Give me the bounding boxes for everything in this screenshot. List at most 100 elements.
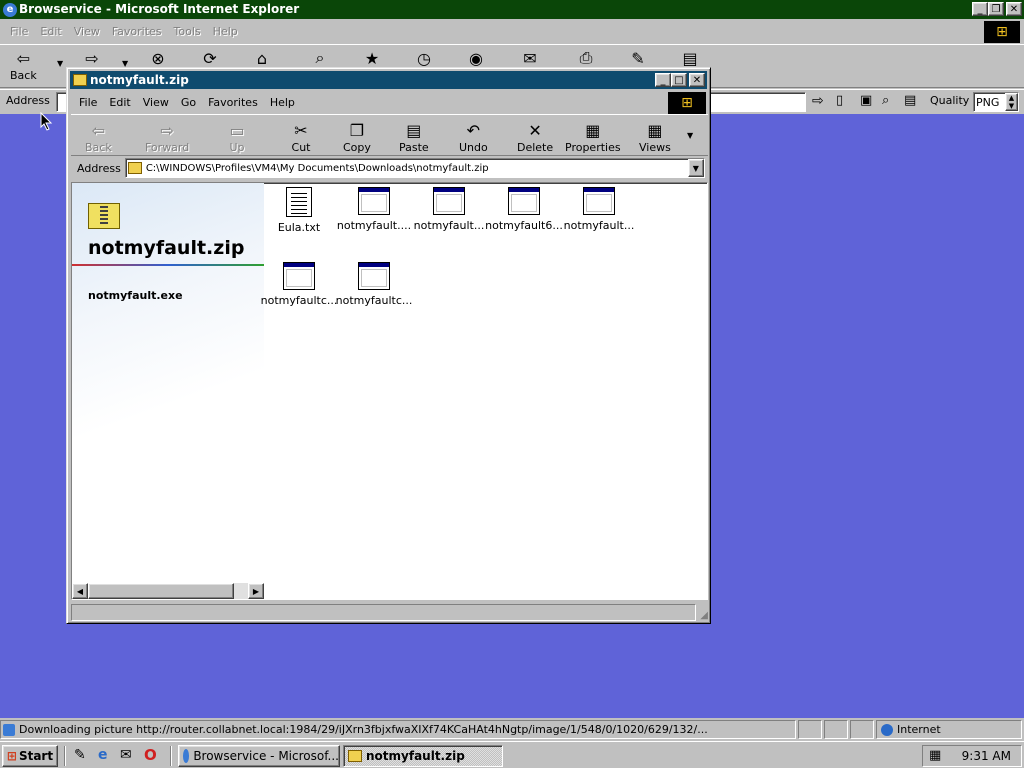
ex-address-dropdown-icon[interactable]: ▼ xyxy=(687,159,704,177)
panel-title: notmyfault.zip xyxy=(88,237,245,259)
refresh-button[interactable]: ⟳ xyxy=(198,47,222,69)
task-button-ie[interactable]: Browservice - Microsof... xyxy=(178,745,340,767)
ex-menu-favorites[interactable]: Favorites xyxy=(202,96,264,109)
paste-icon: ▤ xyxy=(406,120,422,140)
explorer-maximize-button[interactable]: □ xyxy=(671,73,687,87)
folder-info-panel: notmyfault.zip notmyfault.exe xyxy=(72,183,264,583)
ex-forward-button[interactable]: ⇨ Forward xyxy=(145,119,189,155)
resize-grip-icon[interactable]: ◢ xyxy=(700,610,708,621)
refresh-icon: ⟳ xyxy=(203,48,217,68)
picture-icon[interactable]: ▣ xyxy=(860,93,872,108)
menu-help[interactable]: Help xyxy=(207,25,244,38)
ex-paste-button[interactable]: ▤ Paste xyxy=(399,119,429,155)
explorer-titlebar[interactable]: notmyfault.zip _ □ ✕ xyxy=(70,71,707,89)
explorer-close-button[interactable]: ✕ xyxy=(689,73,705,87)
file-item[interactable]: notmyfault6... xyxy=(485,187,563,232)
back-button[interactable]: ⇦ Back xyxy=(10,47,37,83)
ex-back-button[interactable]: ⇦ Back xyxy=(85,119,112,155)
ex-menu-file[interactable]: File xyxy=(73,96,103,109)
discuss-button[interactable]: ▤ xyxy=(678,47,702,69)
ex-menu-edit[interactable]: Edit xyxy=(103,96,136,109)
start-button[interactable]: ⊞ Start xyxy=(2,745,58,767)
ex-cut-button[interactable]: ✂ Cut xyxy=(289,119,313,155)
ex-delete-button[interactable]: ✕ Delete xyxy=(517,119,553,155)
file-item[interactable]: notmyfault... xyxy=(563,187,635,232)
ex-undo-label: Undo xyxy=(459,141,488,154)
menu-favorites[interactable]: Favorites xyxy=(106,25,168,38)
outlook-quicklaunch-icon[interactable]: ✉ xyxy=(120,747,132,763)
favorites-button[interactable]: ★ xyxy=(360,47,384,69)
ex-address-input[interactable]: C:\WINDOWS\Profiles\VM4\My Documents\Dow… xyxy=(124,158,705,178)
application-icon xyxy=(358,187,390,215)
ex-properties-button[interactable]: ▦ Properties xyxy=(565,119,621,155)
file-label: notmyfault6... xyxy=(485,219,563,232)
ex-undo-button[interactable]: ↶ Undo xyxy=(459,119,488,155)
minimize-button[interactable]: _ xyxy=(972,2,988,16)
quality-spinner-icon[interactable]: ▲ ▼ xyxy=(1005,93,1018,111)
ie-titlebar[interactable]: e Browservice - Microsoft Internet Explo… xyxy=(0,0,1024,19)
clock[interactable]: 9:31 AM xyxy=(962,749,1011,763)
ex-copy-label: Copy xyxy=(343,141,371,154)
ex-up-button[interactable]: ▭ Up xyxy=(225,119,249,155)
back-label: Back xyxy=(10,69,37,82)
channels-button[interactable]: ◉ xyxy=(464,47,488,69)
find-icon[interactable]: ⌕ xyxy=(882,93,889,108)
file-label: notmyfaultc... xyxy=(260,294,338,307)
explorer-address-bar: Address C:\WINDOWS\Profiles\VM4\My Docum… xyxy=(71,157,708,179)
menu-file[interactable]: File xyxy=(4,25,34,38)
mail-button[interactable]: ✉ xyxy=(518,47,542,69)
status-text: Downloading picture http://router.collab… xyxy=(19,723,708,736)
stop-button[interactable]: ⊗ xyxy=(146,47,170,69)
horizontal-scrollbar[interactable]: ◀ ▶ xyxy=(72,583,264,599)
ie-quicklaunch-icon[interactable]: e xyxy=(98,747,108,763)
print-button[interactable]: ⎙ xyxy=(574,47,598,69)
menu-view[interactable]: View xyxy=(68,25,106,38)
properties-icon: ▦ xyxy=(585,120,601,140)
panel-subtitle: notmyfault.exe xyxy=(88,289,183,302)
views-dropdown-icon[interactable]: ▼ xyxy=(687,131,693,140)
tray-scheduler-icon[interactable]: ▦ xyxy=(929,748,941,763)
explorer-minimize-button[interactable]: _ xyxy=(655,73,671,87)
search-icon: ⌕ xyxy=(315,48,325,67)
task-label: notmyfault.zip xyxy=(366,749,465,763)
scroll-thumb[interactable] xyxy=(88,583,234,599)
ex-copy-button[interactable]: ❐ Copy xyxy=(343,119,371,155)
quality-select[interactable]: PNG ▲ ▼ xyxy=(973,92,1019,112)
ex-menu-help[interactable]: Help xyxy=(264,96,301,109)
restore-button[interactable]: ❐ xyxy=(988,2,1004,16)
ex-views-button[interactable]: ▦ Views xyxy=(639,119,671,155)
show-desktop-icon[interactable]: ✎ xyxy=(74,747,86,763)
file-item[interactable]: notmyfaultc... xyxy=(260,262,338,307)
menu-tools[interactable]: Tools xyxy=(168,25,207,38)
clipboard-icon[interactable]: ▤ xyxy=(904,93,916,108)
search-button[interactable]: ⌕ xyxy=(308,47,332,69)
menu-edit[interactable]: Edit xyxy=(34,25,67,38)
history-button[interactable]: ◷ xyxy=(412,47,436,69)
go-arrow-icon[interactable]: ⇨ xyxy=(812,93,824,109)
explorer-window-title: notmyfault.zip xyxy=(90,73,189,87)
file-label: notmyfault.... xyxy=(336,219,412,232)
delete-x-icon: ✕ xyxy=(528,120,542,140)
file-item[interactable]: notmyfault.... xyxy=(336,187,412,232)
ex-menu-view[interactable]: View xyxy=(137,96,175,109)
panel-divider xyxy=(72,264,264,266)
file-item[interactable]: notmyfault... xyxy=(413,187,485,232)
close-button[interactable]: ✕ xyxy=(1006,2,1022,16)
ie-window-title: Browservice - Microsoft Internet Explore… xyxy=(19,2,300,16)
scroll-right-icon[interactable]: ▶ xyxy=(248,583,264,599)
back-dropdown-icon[interactable]: ▼ xyxy=(57,59,63,68)
home-button[interactable]: ⌂ xyxy=(250,47,274,69)
task-button-explorer[interactable]: notmyfault.zip xyxy=(343,745,503,767)
bookmark-icon[interactable]: ▯ xyxy=(836,93,843,108)
file-item[interactable]: Eula.txt xyxy=(263,187,335,234)
edit-button[interactable]: ✎ xyxy=(626,47,650,69)
ex-paste-label: Paste xyxy=(399,141,429,154)
explorer-window[interactable]: notmyfault.zip _ □ ✕ File Edit View Go F… xyxy=(66,67,711,624)
scroll-left-icon[interactable]: ◀ xyxy=(72,583,88,599)
opera-quicklaunch-icon[interactable]: O xyxy=(144,746,157,764)
file-item[interactable]: notmyfaultc... xyxy=(336,262,412,307)
ex-menu-go[interactable]: Go xyxy=(175,96,202,109)
forward-button[interactable]: ⇨ xyxy=(80,47,104,69)
mail-icon: ✉ xyxy=(523,48,537,68)
explorer-content[interactable]: notmyfault.zip notmyfault.exe Eula.txt n… xyxy=(71,182,708,600)
